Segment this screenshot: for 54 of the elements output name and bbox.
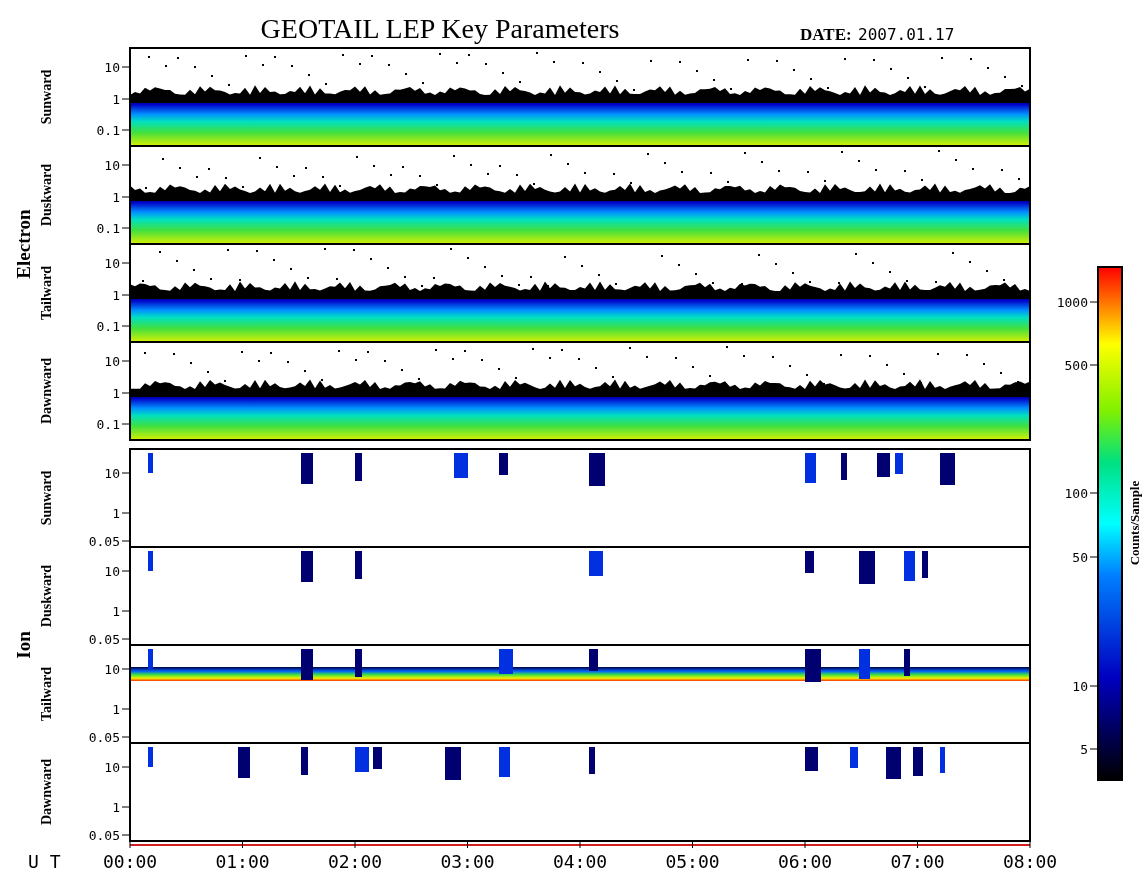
time-tick-label: 05:00 xyxy=(665,851,720,872)
color-scale-tick: 500 xyxy=(1064,358,1088,373)
axis-tick-label: 10 xyxy=(104,564,120,579)
color-scale-title: Counts/Sample xyxy=(1127,480,1142,566)
color-scale-tick: 10 xyxy=(1072,679,1088,694)
time-tick-label: 00:00 xyxy=(102,851,158,872)
date-value: 2007.01.17 xyxy=(858,25,955,44)
date-label: DATE: xyxy=(800,25,852,44)
axis-tick-label: 10 xyxy=(104,60,120,75)
panel-label: Dawnward xyxy=(39,758,54,826)
color-scale-tick: 1000 xyxy=(1056,295,1088,310)
axis-tick-label: 10 xyxy=(104,662,120,677)
axis-tick-label: 1 xyxy=(112,800,120,815)
axis-tick-label: 1 xyxy=(112,386,120,401)
axis-tick-label: 1 xyxy=(112,190,120,205)
axis-tick-label: 1 xyxy=(112,702,120,717)
axis-tick-label: 10 xyxy=(104,760,120,775)
color-scale-tick: 100 xyxy=(1064,486,1088,501)
axis-tick-label: 0.05 xyxy=(88,828,120,843)
color-scale-tick: 50 xyxy=(1072,550,1088,565)
time-tick-label: 04:00 xyxy=(552,851,608,872)
panel-label: Duskward xyxy=(39,564,54,628)
panel-label: Tailward xyxy=(39,667,54,721)
panel-label: Dawnward xyxy=(39,357,54,425)
panel-label: Tailward xyxy=(39,266,54,320)
time-tick-label: 01:00 xyxy=(215,851,270,872)
time-axis-label: U T xyxy=(28,851,61,872)
axis-tick-label: 1 xyxy=(112,92,120,107)
axis-tick-label: 10 xyxy=(104,256,120,271)
time-tick-label: 07:00 xyxy=(890,851,945,872)
axis-tick-label: 0.05 xyxy=(88,730,120,745)
time-tick-label: 06:00 xyxy=(777,851,833,872)
axis-tick-label: 0.1 xyxy=(96,123,120,138)
axis-tick-label: 1 xyxy=(112,506,120,521)
axis-tick-label: 0.1 xyxy=(96,417,120,432)
group-label: Ion xyxy=(13,631,34,659)
axis-tick-label: 1 xyxy=(112,288,120,303)
axis-tick-label: 0.05 xyxy=(88,632,120,647)
time-tick-label: 08:00 xyxy=(1002,851,1058,872)
axis-tick-label: 0.1 xyxy=(96,319,120,334)
panel-label: Sunward xyxy=(39,470,54,526)
axis-tick-label: 10 xyxy=(104,158,120,173)
axis-tick-label: 10 xyxy=(104,354,120,369)
time-tick-label: 03:00 xyxy=(440,851,495,872)
axis-tick-label: 0.05 xyxy=(88,534,120,549)
panel-label: Sunward xyxy=(39,69,54,125)
axis-tick-label: 10 xyxy=(104,466,120,481)
time-tick-label: 02:00 xyxy=(327,851,383,872)
plot-title: GEOTAIL LEP Key Parameters xyxy=(260,13,620,44)
axis-tick-label: 0.1 xyxy=(96,221,120,236)
color-scale-tick: 5 xyxy=(1080,742,1088,757)
group-label: Electron xyxy=(13,209,34,279)
axis-tick-label: 1 xyxy=(112,604,120,619)
panel-label: Duskward xyxy=(39,163,54,227)
